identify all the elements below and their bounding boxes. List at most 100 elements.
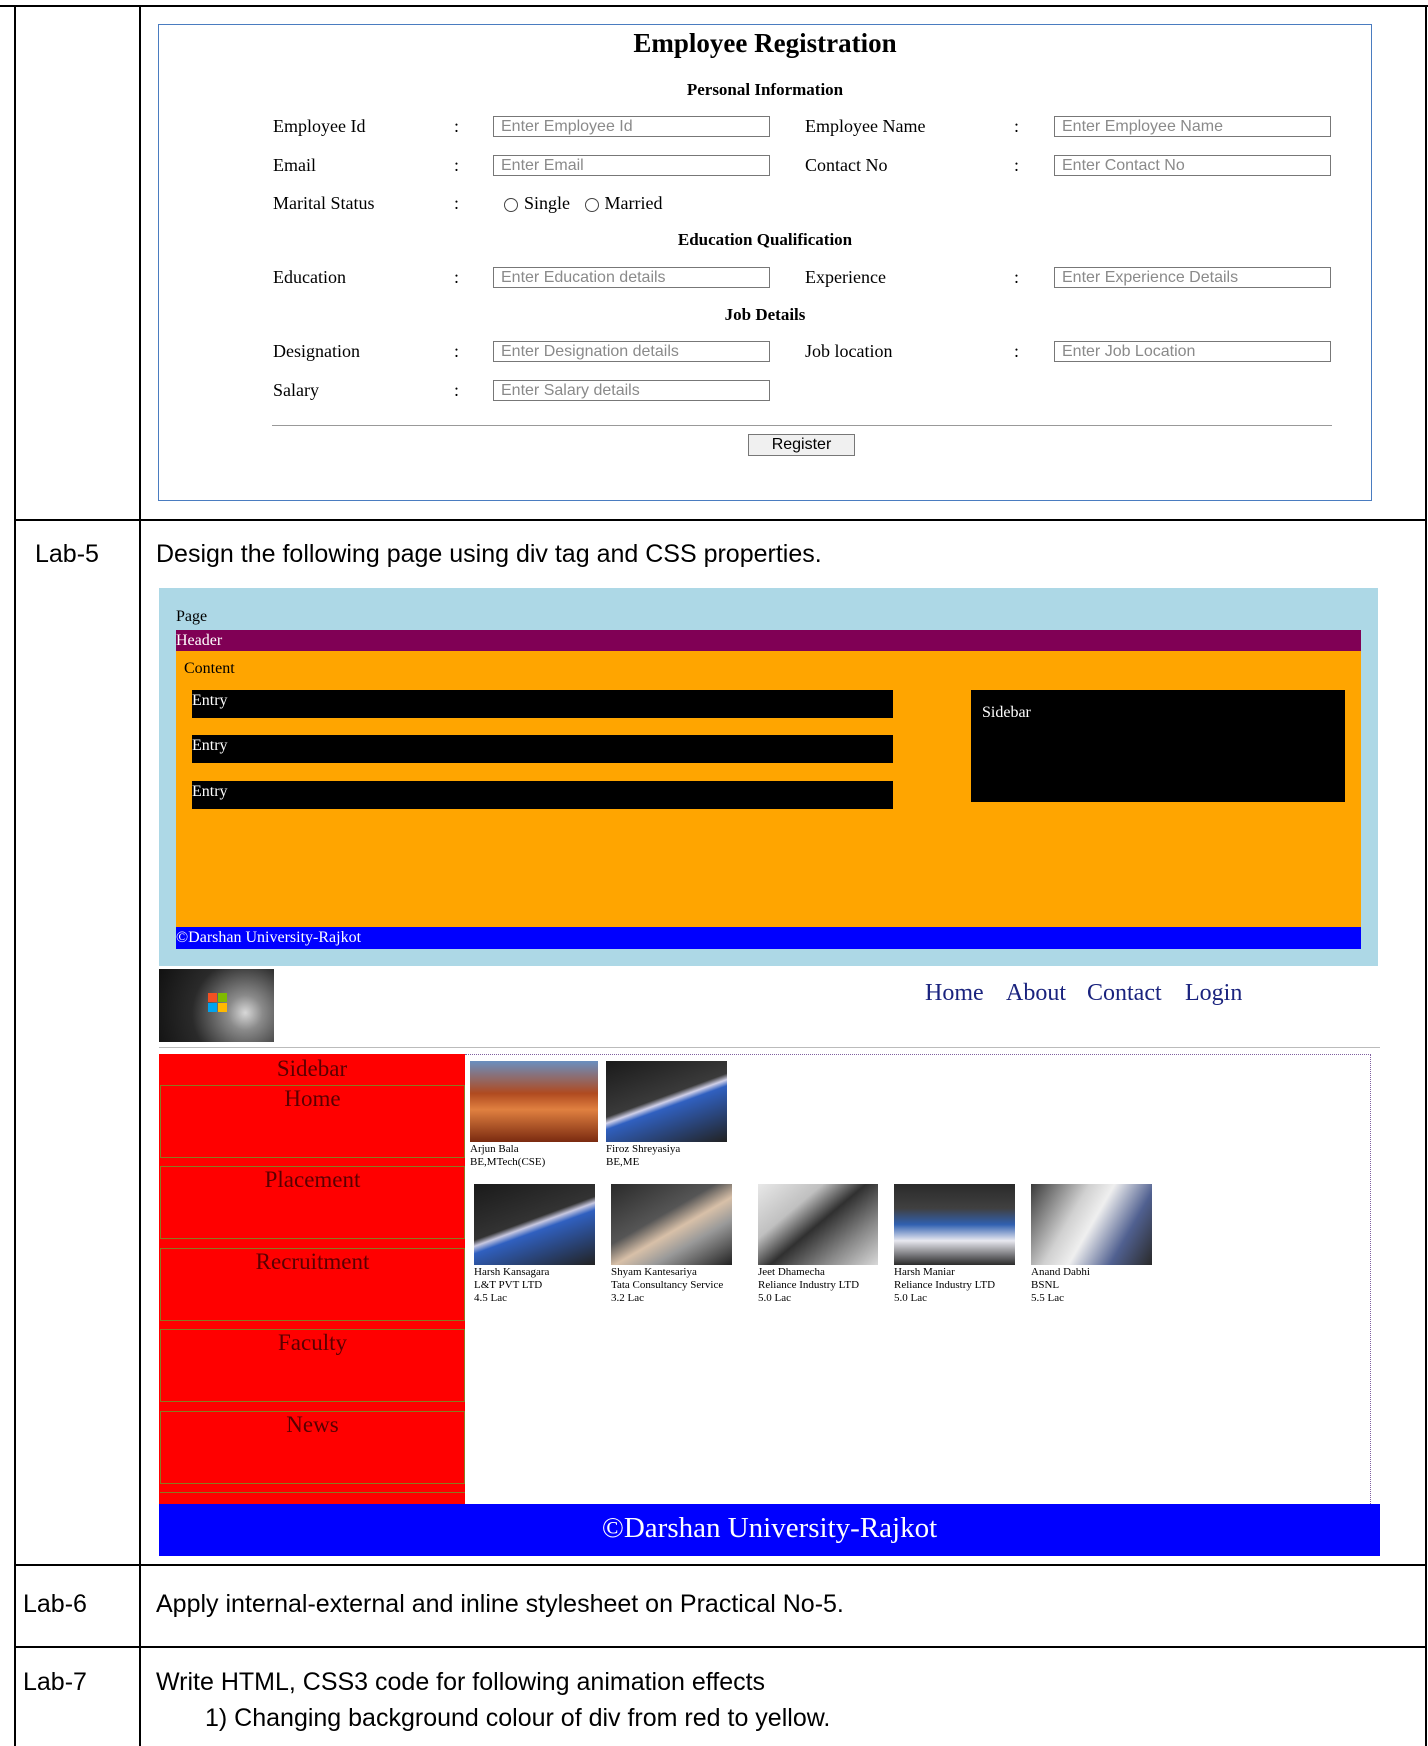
package: 5.0 Lac bbox=[894, 1292, 927, 1304]
lab7-text: Write HTML, CSS3 code for following anim… bbox=[156, 1668, 766, 1696]
company: L&T PVT LTD bbox=[474, 1279, 543, 1291]
faculty-card: Firoz Shreyasiya BE,ME bbox=[606, 1143, 680, 1169]
married-label: Married bbox=[604, 193, 663, 213]
education-label: Education bbox=[273, 267, 346, 287]
lab6-text: Apply internal-external and inline style… bbox=[156, 1590, 844, 1618]
logo-square-yellow bbox=[218, 1003, 227, 1012]
tester-photo bbox=[894, 1184, 1015, 1265]
colon: : bbox=[1014, 267, 1020, 287]
colon: : bbox=[1014, 341, 1020, 361]
placement-card: Harsh Kansagara L&T PVT LTD 4.5 Lac bbox=[474, 1266, 549, 1305]
designation-input[interactable]: Enter Designation details bbox=[493, 341, 770, 362]
site-footer: ©Darshan University-Rajkot bbox=[159, 1504, 1380, 1556]
job-location-label: Job location bbox=[805, 341, 893, 361]
cable-photo bbox=[606, 1061, 727, 1142]
salary-label: Salary bbox=[273, 380, 319, 400]
contact-label: Contact No bbox=[805, 155, 888, 175]
windows-logo-image bbox=[159, 969, 274, 1042]
cable-photo bbox=[474, 1184, 595, 1265]
entry-box: Entry bbox=[192, 735, 893, 763]
employee-name-label: Employee Name bbox=[805, 116, 926, 136]
logo-square-red bbox=[208, 993, 217, 1002]
register-button[interactable]: Register bbox=[748, 434, 855, 456]
nav-link-login[interactable]: Login bbox=[1185, 980, 1242, 1007]
faculty-degree: BE,ME bbox=[606, 1156, 640, 1168]
salary-input[interactable]: Enter Salary details bbox=[493, 380, 770, 401]
experience-label: Experience bbox=[805, 267, 886, 287]
logo-square-blue bbox=[208, 1003, 217, 1012]
nav-link-contact[interactable]: Contact bbox=[1087, 980, 1162, 1007]
table-border-left bbox=[14, 5, 16, 1746]
employee-id-label: Employee Id bbox=[273, 116, 366, 136]
placement-card: Jeet Dhamecha Reliance Industry LTD 5.0 … bbox=[758, 1266, 859, 1305]
section-job-heading: Job Details bbox=[724, 305, 806, 324]
content-box: Content Entry Entry Entry Sidebar bbox=[176, 651, 1361, 927]
colon: : bbox=[454, 193, 460, 213]
student-name: Harsh Maniar bbox=[894, 1266, 955, 1278]
package: 4.5 Lac bbox=[474, 1292, 507, 1304]
lab7-number: Lab-7 bbox=[23, 1668, 87, 1696]
lab7-item-1: 1) Changing background colour of div fro… bbox=[205, 1704, 831, 1732]
email-label: Email bbox=[273, 155, 316, 175]
colon: : bbox=[454, 155, 460, 175]
marital-radio-group: Single Married bbox=[504, 193, 663, 214]
page-box: Page Header Content Entry Entry Entry Si… bbox=[159, 588, 1378, 966]
entry-box: Entry bbox=[192, 781, 893, 809]
sidebar-item-news[interactable]: News bbox=[160, 1411, 465, 1484]
colon: : bbox=[1014, 155, 1020, 175]
faculty-name: Arjun Bala bbox=[470, 1143, 519, 1155]
nav-divider bbox=[159, 1047, 1380, 1048]
sidebar-item-placement[interactable]: Placement bbox=[160, 1166, 465, 1239]
company: Reliance Industry LTD bbox=[894, 1279, 996, 1291]
sidebar-title: Sidebar bbox=[276, 1056, 348, 1081]
nav-link-home[interactable]: Home bbox=[925, 980, 984, 1007]
table-row-divider bbox=[14, 1646, 1426, 1648]
student-name: Harsh Kansagara bbox=[474, 1266, 550, 1278]
package: 3.2 Lac bbox=[611, 1292, 644, 1304]
contact-input[interactable]: Enter Contact No bbox=[1054, 155, 1331, 176]
faculty-degree: BE,MTech(CSE) bbox=[470, 1156, 546, 1168]
table-border-top bbox=[0, 5, 1428, 7]
connector-photo bbox=[611, 1184, 732, 1265]
lab5-number: Lab-5 bbox=[35, 540, 99, 568]
crimper-photo bbox=[758, 1184, 878, 1265]
marital-status-label: Marital Status bbox=[273, 193, 375, 213]
sidebar-item-faculty[interactable]: Faculty bbox=[160, 1329, 465, 1402]
sidebar-item-recruitment[interactable]: Recruitment bbox=[160, 1248, 465, 1321]
lab5-text: Design the following page using div tag … bbox=[156, 540, 822, 568]
job-location-input[interactable]: Enter Job Location bbox=[1054, 341, 1331, 362]
footer-bar: ©Darshan University-Rajkot bbox=[176, 927, 1361, 949]
employee-name-input[interactable]: Enter Employee Name bbox=[1054, 116, 1331, 137]
nav-link-about[interactable]: About bbox=[1006, 980, 1066, 1007]
table-row-divider bbox=[14, 519, 1426, 521]
sidebar-item-home[interactable]: Home bbox=[160, 1085, 465, 1158]
student-name: Shyam Kantesariya bbox=[611, 1266, 697, 1278]
placement-card: Shyam Kantesariya Tata Consultancy Servi… bbox=[611, 1266, 723, 1305]
faculty-card: Arjun Bala BE,MTech(CSE) bbox=[470, 1143, 545, 1169]
colon: : bbox=[454, 267, 460, 287]
experience-input[interactable]: Enter Experience Details bbox=[1054, 267, 1331, 288]
single-radio[interactable] bbox=[504, 197, 518, 212]
table-row-divider bbox=[14, 1564, 1426, 1566]
student-name: Anand Dabhi bbox=[1031, 1266, 1090, 1278]
designation-label: Designation bbox=[273, 341, 360, 361]
education-input[interactable]: Enter Education details bbox=[493, 267, 770, 288]
placement-card: Harsh Maniar Reliance Industry LTD 5.0 L… bbox=[894, 1266, 995, 1305]
company: Tata Consultancy Service bbox=[611, 1279, 724, 1291]
company: Reliance Industry LTD bbox=[758, 1279, 860, 1291]
table-border-right bbox=[1425, 5, 1427, 1746]
entry-box: Entry bbox=[192, 690, 893, 718]
employee-id-input[interactable]: Enter Employee Id bbox=[493, 116, 770, 137]
student-name: Jeet Dhamecha bbox=[758, 1266, 825, 1278]
logo-square-green bbox=[218, 993, 227, 1002]
placement-card: Anand Dabhi BSNL 5.5 Lac bbox=[1031, 1266, 1090, 1305]
email-input[interactable]: Enter Email bbox=[493, 155, 770, 176]
colon: : bbox=[454, 116, 460, 136]
section-personal-heading: Personal Information bbox=[686, 80, 844, 99]
sidebar-box: Sidebar bbox=[971, 690, 1345, 802]
toolkit-photo bbox=[1031, 1184, 1152, 1265]
married-radio[interactable] bbox=[584, 197, 599, 212]
form-title: Employee Registration bbox=[633, 28, 897, 58]
page-label: Page bbox=[176, 608, 208, 625]
company: BSNL bbox=[1031, 1279, 1060, 1291]
